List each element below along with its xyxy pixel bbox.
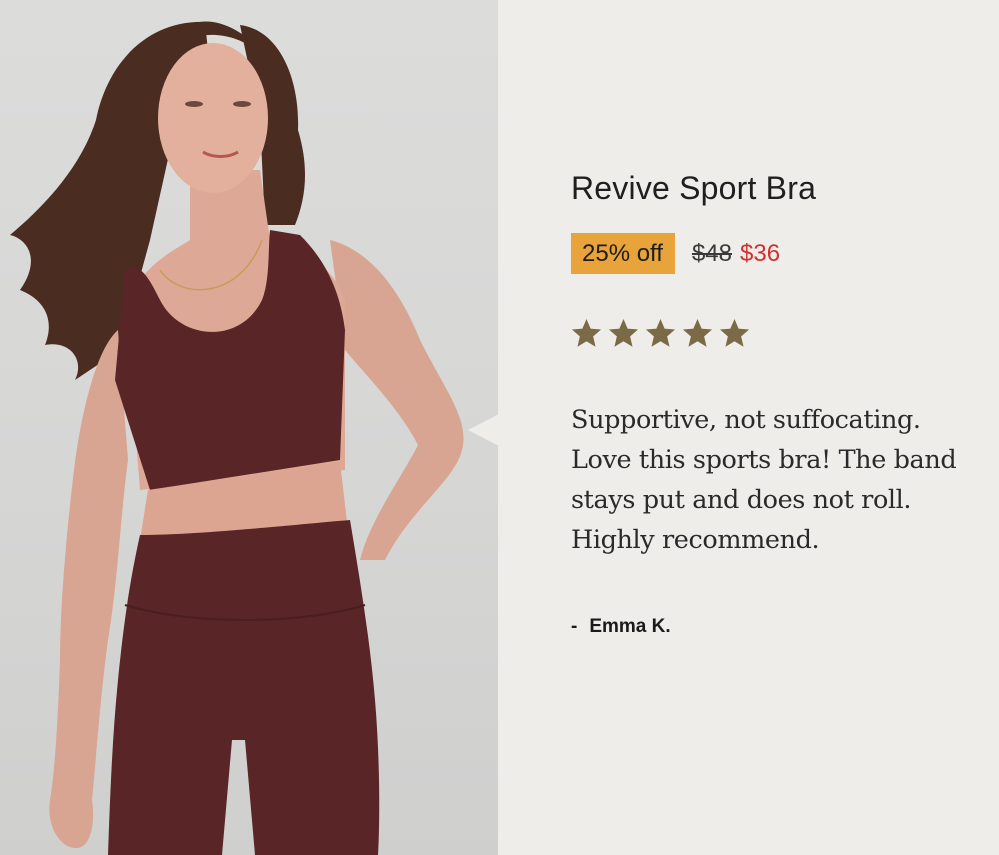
star-rating <box>571 318 750 349</box>
face-illustration <box>158 43 268 193</box>
star-icon <box>571 319 602 347</box>
product-photo <box>0 0 498 855</box>
sale-price: $36 <box>740 239 781 267</box>
reviewer-name: Emma K. <box>589 616 671 637</box>
review-line: Love this sports bra! The band <box>571 445 957 475</box>
leggings-illustration <box>108 520 380 855</box>
original-price: $48 <box>691 239 732 267</box>
review-text: Supportive, not suffocating. Love this s… <box>571 400 981 560</box>
review-line: stays put and does not roll. <box>571 485 912 515</box>
price-row: 25% off $48 $36 <box>571 233 780 274</box>
review-line: Highly recommend. <box>571 525 820 555</box>
reviewer-dash: - <box>571 616 578 637</box>
review-card: Revive Sport Bra 25% off $48 $36 Support… <box>0 0 999 855</box>
review-line: Supportive, not suffocating. <box>571 405 921 435</box>
star-icon <box>682 319 713 347</box>
star-icon <box>645 319 676 347</box>
reviewer-signature: - Emma K. <box>571 616 671 638</box>
discount-badge: 25% off <box>571 233 675 274</box>
star-icon <box>608 319 639 347</box>
product-title[interactable]: Revive Sport Bra <box>571 170 816 207</box>
star-icon <box>719 319 750 347</box>
review-pointer <box>468 414 499 446</box>
right-arm-illustration <box>330 240 464 560</box>
